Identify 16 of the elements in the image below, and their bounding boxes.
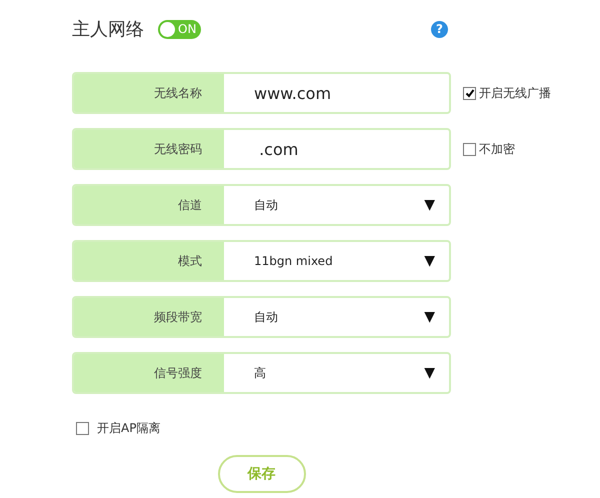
checkbox[interactable]: 不加密 [463, 140, 515, 158]
caret-icon: ▼ [424, 197, 435, 213]
input-field[interactable]: 无线密码 .com [72, 128, 451, 170]
checkbox[interactable]: 开启AP隔离 [76, 420, 600, 437]
caret-icon: ▼ [424, 309, 435, 325]
section-title: 主人网络 [72, 18, 144, 41]
select-field[interactable]: 信道 自动 ▼ [72, 184, 451, 226]
select-field[interactable]: 模式 11bgn mixed ▼ [72, 240, 451, 282]
select-field[interactable]: 频段带宽 自动 ▼ [72, 296, 451, 338]
check-icon [464, 88, 474, 98]
caret-icon: ▼ [424, 253, 435, 269]
select-field[interactable]: 信号强度 高 ▼ [72, 352, 451, 394]
input-field[interactable]: 无线名称 www.com [72, 72, 451, 114]
checkbox[interactable]: 开启无线广播 [463, 84, 551, 102]
toggle-knob[interactable] [160, 22, 175, 36]
caret-icon: ▼ [424, 365, 435, 381]
